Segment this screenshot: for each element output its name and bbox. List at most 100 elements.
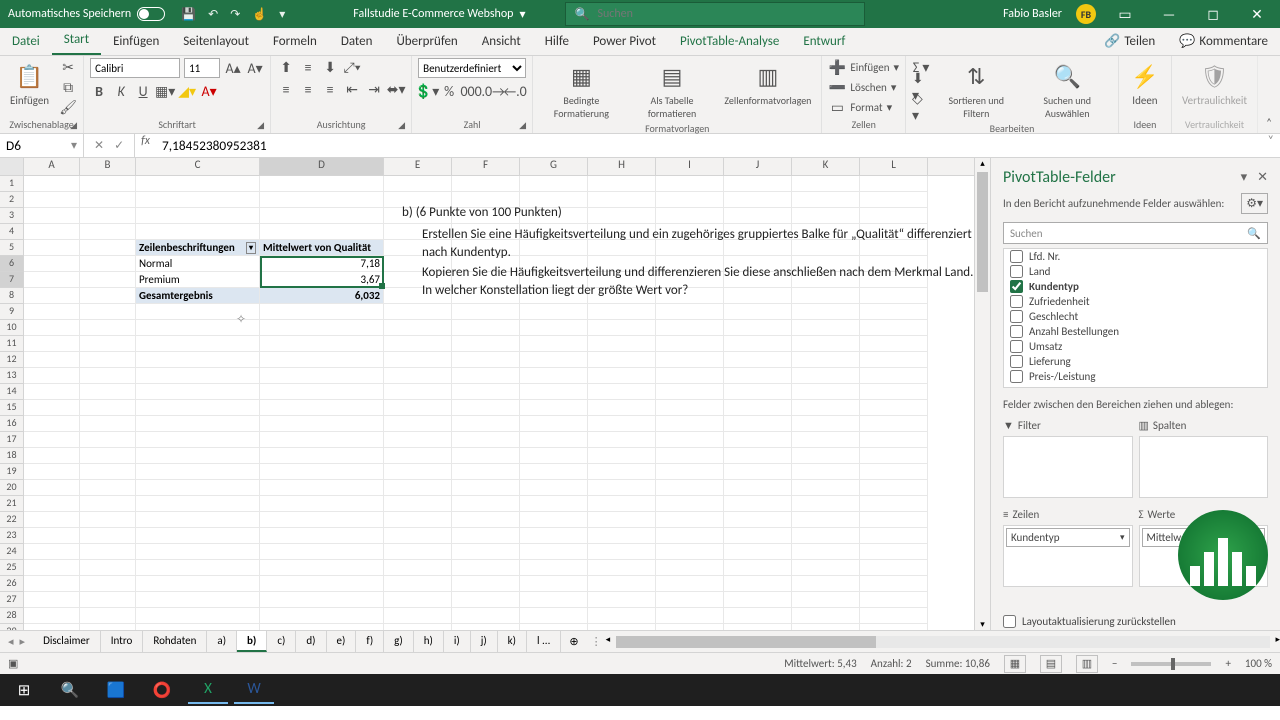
sheet-tab[interactable]: h): [414, 631, 444, 652]
sheet-tab[interactable]: e): [327, 631, 357, 652]
view-page-break-icon[interactable]: ▥: [1076, 655, 1098, 673]
pivot-field-item[interactable]: Lfd. Nr.: [1004, 249, 1267, 264]
rows-chip[interactable]: Kundentyp▾: [1006, 528, 1130, 547]
row-header[interactable]: 7: [0, 272, 24, 288]
sheet-tab[interactable]: f): [356, 631, 384, 652]
row-header[interactable]: 19: [0, 464, 24, 480]
align-center-icon[interactable]: ≡: [299, 80, 317, 98]
field-checkbox[interactable]: [1010, 295, 1023, 308]
column-header[interactable]: G: [520, 158, 588, 175]
field-checkbox[interactable]: [1010, 325, 1023, 338]
expand-formula-icon[interactable]: ˅: [1262, 134, 1280, 157]
pivot-field-item[interactable]: Kundentyp: [1004, 279, 1267, 294]
row-header[interactable]: 28: [0, 608, 24, 624]
delete-cells-button[interactable]: ➖Löschen ▾: [828, 78, 899, 96]
percent-icon[interactable]: %: [440, 82, 458, 100]
view-page-layout-icon[interactable]: ▤: [1040, 655, 1062, 673]
taskbar-word[interactable]: W: [234, 676, 274, 704]
pivot-field-item[interactable]: Umsatz: [1004, 339, 1267, 354]
row-header[interactable]: 12: [0, 352, 24, 368]
field-checkbox[interactable]: [1010, 370, 1023, 383]
pivot-field-item[interactable]: Geschlecht: [1004, 309, 1267, 324]
field-checkbox[interactable]: [1010, 265, 1023, 278]
zoom-in-icon[interactable]: +: [1225, 657, 1230, 670]
indent-dec-icon[interactable]: ⇤: [343, 80, 361, 98]
worksheet-grid[interactable]: ABCDEFGHIJKL 123456789101112131415161718…: [0, 158, 974, 630]
vertical-scrollbar[interactable]: ▴ ▾: [974, 158, 990, 630]
row-header[interactable]: 14: [0, 384, 24, 400]
gear-icon[interactable]: ⚙▾: [1241, 193, 1268, 214]
row-header[interactable]: 5: [0, 240, 24, 256]
sheet-tab[interactable]: Disclaimer: [33, 631, 101, 652]
align-left-icon[interactable]: ≡: [277, 80, 295, 98]
font-name-select[interactable]: [90, 58, 180, 78]
pane-close-icon[interactable]: ✕: [1257, 170, 1268, 185]
tab-pivottable-analyse[interactable]: PivotTable-Analyse: [668, 28, 791, 55]
tab-daten[interactable]: Daten: [329, 28, 385, 55]
field-checkbox[interactable]: [1010, 310, 1023, 323]
row-header[interactable]: 23: [0, 528, 24, 544]
row-header[interactable]: 25: [0, 560, 24, 576]
paste-button[interactable]: 📋Einfügen: [6, 58, 53, 116]
row-header[interactable]: 6: [0, 256, 24, 272]
close-icon[interactable]: ✕: [1242, 6, 1272, 23]
indent-inc-icon[interactable]: ⇥: [365, 80, 383, 98]
zoom-slider[interactable]: [1131, 662, 1211, 666]
column-header[interactable]: C: [136, 158, 260, 175]
pivot-cell[interactable]: 7,18: [260, 256, 384, 272]
borders-icon[interactable]: ▦▾: [156, 82, 174, 100]
row-header[interactable]: 17: [0, 432, 24, 448]
align-top-icon[interactable]: ⬆: [277, 58, 295, 76]
row-header[interactable]: 16: [0, 416, 24, 432]
zoom-level[interactable]: 100 %: [1245, 657, 1272, 670]
filter-area[interactable]: [1003, 436, 1133, 498]
pivot-cell[interactable]: Premium: [136, 272, 260, 288]
fx-icon[interactable]: fx: [135, 134, 156, 157]
row-header[interactable]: 15: [0, 400, 24, 416]
name-box[interactable]: ▾: [0, 134, 84, 157]
select-all-corner[interactable]: [0, 158, 24, 175]
row-header[interactable]: 20: [0, 480, 24, 496]
fill-color-icon[interactable]: ◢▾: [178, 82, 196, 100]
avatar[interactable]: FB: [1076, 4, 1096, 24]
pivot-cell[interactable]: 3,67: [260, 272, 384, 288]
row-header[interactable]: 29: [0, 624, 24, 630]
sheet-nav-next-icon[interactable]: ▸: [20, 635, 26, 648]
grow-font-icon[interactable]: A▴: [224, 59, 242, 77]
pivot-search[interactable]: Suchen🔍: [1003, 222, 1268, 244]
sheet-tab[interactable]: d): [296, 631, 326, 652]
column-header[interactable]: B: [80, 158, 136, 175]
maximize-icon[interactable]: ◻: [1198, 6, 1228, 23]
align-bottom-icon[interactable]: ⬇: [321, 58, 339, 76]
pivot-row-labels-header[interactable]: Zeilenbeschriftungen ▾: [136, 240, 260, 256]
tab-seitenlayout[interactable]: Seitenlayout: [171, 28, 261, 55]
autosave-toggle[interactable]: Automatisches Speichern: [0, 7, 173, 21]
row-header[interactable]: 2: [0, 192, 24, 208]
undo-icon[interactable]: ↶: [208, 7, 218, 22]
copy-icon[interactable]: ⧉: [59, 78, 77, 96]
orientation-icon[interactable]: ⤢▾: [343, 58, 361, 76]
taskbar-app-2[interactable]: ⭕: [142, 676, 182, 704]
format-painter-icon[interactable]: 🖌: [59, 98, 77, 116]
font-color-icon[interactable]: A▾: [200, 82, 218, 100]
row-header[interactable]: 1: [0, 176, 24, 192]
column-header[interactable]: L: [860, 158, 928, 175]
pivot-field-item[interactable]: Zufriedenheit: [1004, 294, 1267, 309]
column-header[interactable]: A: [24, 158, 80, 175]
row-header[interactable]: 11: [0, 336, 24, 352]
search-box[interactable]: 🔍: [565, 2, 865, 26]
search-input[interactable]: [597, 7, 856, 21]
underline-icon[interactable]: U: [134, 82, 152, 100]
sheet-tab[interactable]: Intro: [101, 631, 144, 652]
field-checkbox[interactable]: [1010, 280, 1023, 293]
row-header[interactable]: 9: [0, 304, 24, 320]
enter-formula-icon[interactable]: ✓: [114, 138, 124, 153]
tab-datei[interactable]: Datei: [0, 28, 52, 55]
start-button[interactable]: ⊞: [4, 676, 44, 704]
sheet-tab[interactable]: b): [237, 631, 267, 652]
ideas-button[interactable]: ⚡Ideen: [1125, 58, 1165, 109]
record-macro-icon[interactable]: ▣: [8, 657, 18, 670]
format-cells-button[interactable]: ▭Format ▾: [828, 98, 899, 116]
pivot-field-item[interactable]: Land: [1004, 264, 1267, 279]
touch-icon[interactable]: ☝: [252, 7, 267, 22]
